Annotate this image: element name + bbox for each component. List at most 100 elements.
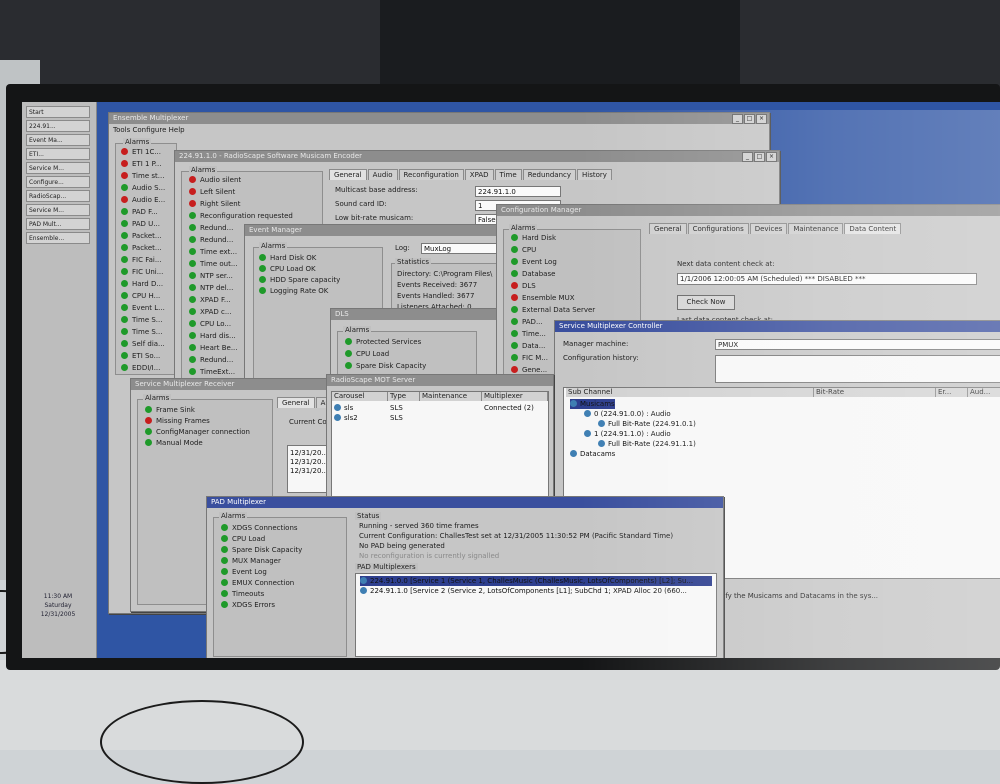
ensemble-menu[interactable]: Tools Configure Help [113,125,185,135]
status-light-icon [221,601,228,608]
status-light-icon [511,258,518,265]
mot-server-window[interactable]: RadioScape MOT Server Carousel Type Mainte… [326,374,554,500]
tab-configurations[interactable]: Configurations [687,223,749,234]
tab-audio[interactable]: Audio [367,169,398,180]
config-history-list[interactable] [715,355,1000,383]
alarm-row: ETI 1 P... [121,159,161,169]
taskbar-item[interactable]: Start [26,106,90,118]
alarm-row: EMUX Connection [221,578,294,588]
status-light-icon [145,417,152,424]
next-check-field[interactable]: 1/1/2006 12:00:05 AM (Scheduled) *** DIS… [677,273,977,285]
taskbar-item[interactable]: PAD Mult... [26,218,90,230]
status-light-icon [511,342,518,349]
column-header[interactable]: Sub Channel [566,388,814,397]
tab-xpad[interactable]: XPAD [464,169,494,180]
taskbar-item[interactable]: ETI... [26,148,90,160]
pad-multiplexer-window[interactable]: PAD Multiplexer Alarms Status PAD Multip… [206,496,724,658]
column-header[interactable]: Er... [936,388,968,397]
column-header[interactable]: Type [388,392,420,401]
taskbar-item[interactable]: Configure... [26,176,90,188]
alarm-label: Missing Frames [156,417,210,425]
pad-multiplexer-row[interactable]: 224.91.0.0 [Service 1 (Service 1, Challe… [360,576,712,586]
alarm-row: Data... [511,341,545,351]
alarm-row: Audio silent [189,175,241,185]
close-icon[interactable]: × [756,114,767,124]
pad-status-label: Status [355,512,382,520]
encoder-field-label: Multicast base address: [335,186,418,194]
encoder-field-value[interactable]: 224.91.1.0 [475,186,561,197]
status-light-icon [189,260,196,267]
tree-node[interactable]: Musicams [570,399,615,409]
alarm-row: PAD U... [121,219,160,229]
status-light-icon [121,148,128,155]
tab-devices[interactable]: Devices [749,223,788,234]
taskbar-item[interactable]: Service M... [26,204,90,216]
encoder-alarms-label: Alarms [189,166,218,174]
alarm-row: Spare Disk Capacity [345,361,426,371]
column-header[interactable]: Bit-Rate [814,388,936,397]
status-light-icon [189,296,196,303]
alarm-row: Redund... [189,235,233,245]
pad-multiplexers-list[interactable]: 224.91.0.0 [Service 1 (Service 1, Challe… [355,573,717,657]
manager-machine-field[interactable]: PMUX [715,339,1000,350]
tree-node[interactable]: Datacams [570,449,615,459]
pad-multiplexer-row[interactable]: 224.91.1.0 [Service 2 (Service 2, LotsOf… [360,586,712,596]
tree-node[interactable]: Full Bit-Rate (224.91.0.1) [598,419,696,429]
alarm-row: Frame Sink [145,405,195,415]
tab-general[interactable]: General [649,223,687,234]
tab-maintenance[interactable]: Maintenance [788,223,844,234]
carousel-row[interactable]: sls2 [334,413,358,423]
carousel-mux: Connected (2) [484,404,534,412]
status-light-icon [345,350,352,357]
column-header[interactable]: Carousel [332,392,388,401]
status-light-icon [189,308,196,315]
alarm-row: NTP ser... [189,271,233,281]
alarm-label: Event Log [522,258,557,266]
alarm-label: MUX Manager [232,557,281,565]
node-label: Datacams [580,450,616,458]
taskbar-item[interactable]: Service M... [26,162,90,174]
tab-general[interactable]: General [329,169,367,180]
tab-time[interactable]: Time [494,169,522,180]
alarm-row: Time out... [189,259,238,269]
alarm-label: XDGS Errors [232,601,275,609]
tab-history[interactable]: History [577,169,612,180]
status-light-icon [345,362,352,369]
dls-alarms-label: Alarms [343,326,372,334]
maximize-icon[interactable]: □ [744,114,755,124]
carousel-icon [334,404,341,411]
tree-node[interactable]: 0 (224.91.0.0) : Audio [584,409,671,419]
tab-redundancy[interactable]: Redundancy [522,169,577,180]
alarm-label: Heart Be... [200,344,238,352]
alarm-row: ETI 1C... [121,147,161,157]
alarm-row: DLS [511,281,536,291]
check-now-button[interactable]: Check Now [677,295,735,310]
tab-reconfiguration[interactable]: Reconfiguration [398,169,464,180]
tab-data-content[interactable]: Data Content [844,223,902,234]
close-icon[interactable]: × [766,152,777,162]
column-header[interactable]: Multiplexer [482,392,548,401]
taskbar-item[interactable]: Ensemble... [26,232,90,244]
carousel-row[interactable]: sls [334,403,353,413]
status-light-icon [121,256,128,263]
minimize-icon[interactable]: _ [742,152,753,162]
column-header[interactable]: Maintenance [420,392,482,401]
taskbar-item[interactable]: 224.91... [26,120,90,132]
taskbar-clock: 11:30 AM Saturday 12/31/2005 [40,593,76,618]
alarm-row: Redund... [189,223,233,233]
tree-node[interactable]: 1 (224.91.1.0) : Audio [584,429,671,439]
node-label: Full Bit-Rate (224.91.0.1) [608,420,696,428]
alarm-label: Time st... [132,172,165,180]
taskbar-item[interactable]: RadioScap... [26,190,90,202]
maximize-icon[interactable]: □ [754,152,765,162]
alarm-row: XPAD F... [189,295,231,305]
mot-carousel-list[interactable]: Carousel Type Maintenance Multiplexer sls SL… [331,391,549,497]
tab-general[interactable]: General [277,397,315,408]
taskbar-item[interactable]: Event Ma... [26,134,90,146]
column-header[interactable]: Aud... [968,388,1000,397]
alarm-row: Missing Frames [145,416,210,426]
alarm-row: ConfigManager connection [145,427,250,437]
minimize-icon[interactable]: _ [732,114,743,124]
tree-node[interactable]: Full Bit-Rate (224.91.1.1) [598,439,696,449]
alarm-label: Hard Disk [522,234,557,242]
